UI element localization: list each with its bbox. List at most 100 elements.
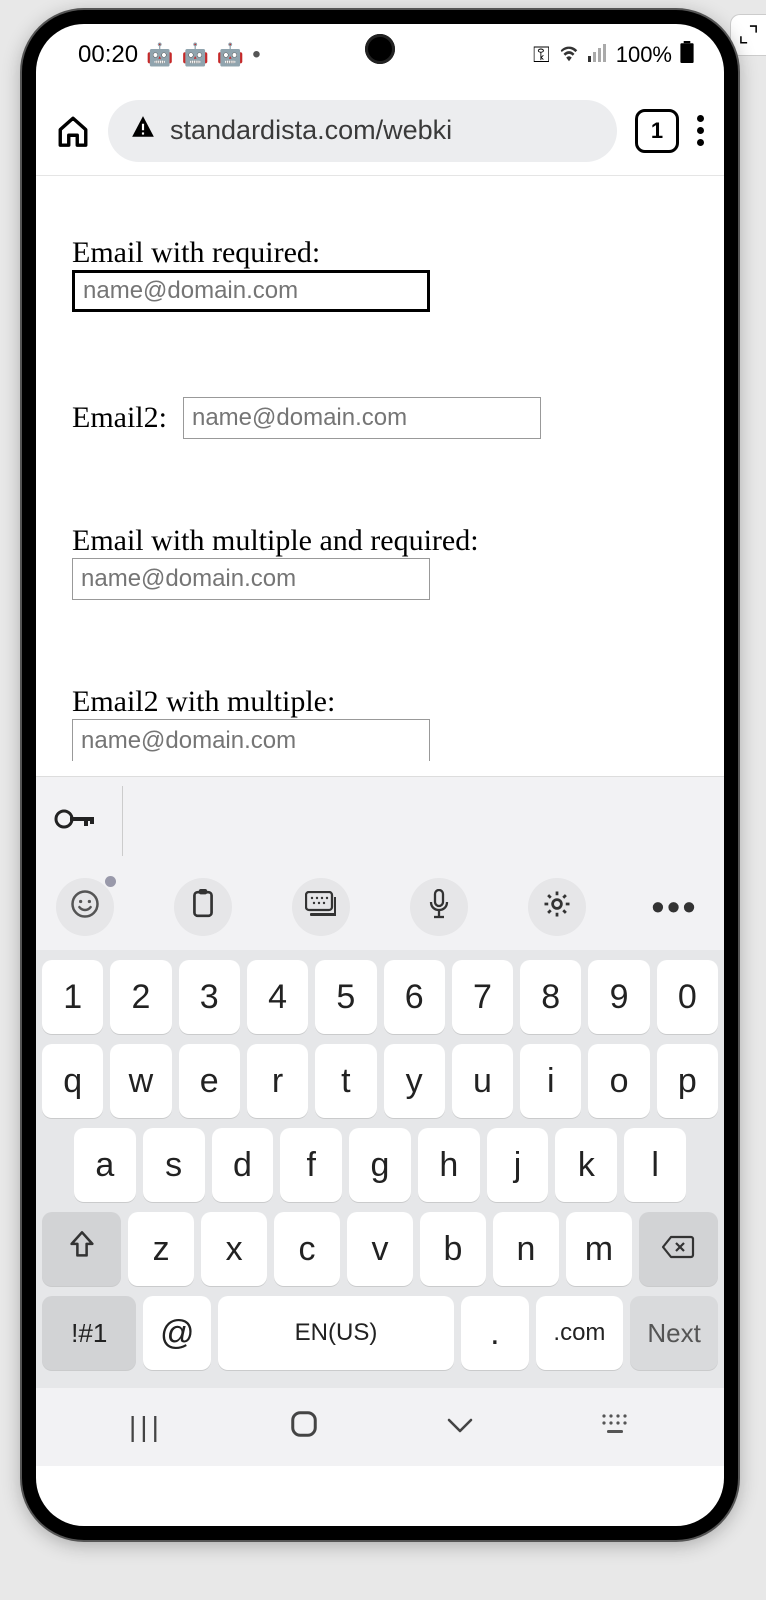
nav-back[interactable] xyxy=(445,1411,475,1443)
phone-frame: 00:20 🤖 🤖 🤖 • ⚿ 100% xyxy=(22,10,738,1540)
key-j[interactable]: j xyxy=(487,1128,549,1202)
scan-widget[interactable]: ⌞⌝ xyxy=(730,14,766,56)
key-2[interactable]: 2 xyxy=(110,960,171,1034)
battery-icon xyxy=(680,41,694,69)
key-s[interactable]: s xyxy=(143,1128,205,1202)
tabs-button[interactable]: 1 xyxy=(635,109,679,153)
key-e[interactable]: e xyxy=(179,1044,240,1118)
separator xyxy=(122,786,123,856)
input-email2-multiple[interactable] xyxy=(72,719,430,761)
more-icon: ••• xyxy=(652,886,699,928)
keyboard-more-button[interactable]: ••• xyxy=(646,878,704,936)
label-email-required: Email with required: xyxy=(72,236,320,269)
keyboard-settings-button[interactable] xyxy=(528,878,586,936)
front-camera xyxy=(365,34,395,64)
nav-keyboard-hide[interactable] xyxy=(601,1413,631,1441)
key-g[interactable]: g xyxy=(349,1128,411,1202)
key-5[interactable]: 5 xyxy=(315,960,376,1034)
notif-icon: 🤖 xyxy=(146,42,173,68)
emoji-icon xyxy=(70,889,100,926)
key-9[interactable]: 9 xyxy=(588,960,649,1034)
key-a[interactable]: a xyxy=(74,1128,136,1202)
key-r[interactable]: r xyxy=(247,1044,308,1118)
battery-text: 100% xyxy=(616,42,672,68)
key-z[interactable]: z xyxy=(128,1212,194,1286)
key-8[interactable]: 8 xyxy=(520,960,581,1034)
key-u[interactable]: u xyxy=(452,1044,513,1118)
label-email2: Email2: xyxy=(72,401,167,435)
key-next[interactable]: Next xyxy=(630,1296,718,1370)
kb-row-bottom: !#1 @ EN(US) . .com Next xyxy=(42,1296,718,1370)
key-t[interactable]: t xyxy=(315,1044,376,1118)
key-n[interactable]: n xyxy=(493,1212,559,1286)
key-space[interactable]: EN(US) xyxy=(218,1296,454,1370)
voice-input-button[interactable] xyxy=(410,878,468,936)
key-i[interactable]: i xyxy=(520,1044,581,1118)
input-email-required[interactable] xyxy=(72,270,430,312)
passwords-icon[interactable] xyxy=(54,801,94,840)
autofill-bar xyxy=(36,776,724,864)
keyboard-icon xyxy=(305,891,337,924)
key-f[interactable]: f xyxy=(280,1128,342,1202)
key-d[interactable]: d xyxy=(212,1128,274,1202)
input-email2[interactable] xyxy=(183,397,541,439)
key-m[interactable]: m xyxy=(566,1212,632,1286)
key-dotcom[interactable]: .com xyxy=(536,1296,624,1370)
key-3[interactable]: 3 xyxy=(179,960,240,1034)
mic-icon xyxy=(428,889,450,926)
key-q[interactable]: q xyxy=(42,1044,103,1118)
kb-row-zxcv: z x c v b n m xyxy=(42,1212,718,1286)
kb-row-qwerty: q w e r t y u i o p xyxy=(42,1044,718,1118)
key-x[interactable]: x xyxy=(201,1212,267,1286)
shift-icon xyxy=(68,1230,96,1269)
nav-recent[interactable]: ||| xyxy=(129,1411,163,1443)
wifi-icon xyxy=(558,42,580,68)
backspace-icon xyxy=(661,1230,695,1269)
key-y[interactable]: y xyxy=(384,1044,445,1118)
webpage-content[interactable]: Email with required: Email2: Email with … xyxy=(36,176,724,776)
key-w[interactable]: w xyxy=(110,1044,171,1118)
input-email-multiple-required[interactable] xyxy=(72,558,430,600)
key-6[interactable]: 6 xyxy=(384,960,445,1034)
vpn-key-icon: ⚿ xyxy=(533,42,550,68)
system-nav-bar: ||| xyxy=(36,1388,724,1466)
clipboard-icon xyxy=(190,889,216,926)
key-4[interactable]: 4 xyxy=(247,960,308,1034)
key-c[interactable]: c xyxy=(274,1212,340,1286)
keyboard: 1 2 3 4 5 6 7 8 9 0 q w e r t y u i o xyxy=(36,950,724,1388)
key-at[interactable]: @ xyxy=(143,1296,210,1370)
url-text: standardista.com/webki xyxy=(170,115,452,146)
kb-row-numbers: 1 2 3 4 5 6 7 8 9 0 xyxy=(42,960,718,1034)
nav-home[interactable] xyxy=(289,1409,319,1446)
notif-dot-icon xyxy=(105,876,116,887)
key-shift[interactable] xyxy=(42,1212,121,1286)
key-period[interactable]: . xyxy=(461,1296,528,1370)
key-p[interactable]: p xyxy=(657,1044,718,1118)
notif-icon: 🤖 xyxy=(217,42,244,68)
browser-toolbar: standardista.com/webki 1 xyxy=(36,86,724,176)
tab-count: 1 xyxy=(651,118,663,144)
key-b[interactable]: b xyxy=(420,1212,486,1286)
keyboard-switch-button[interactable] xyxy=(292,878,350,936)
key-backspace[interactable] xyxy=(639,1212,718,1286)
menu-button[interactable] xyxy=(697,110,704,151)
key-o[interactable]: o xyxy=(588,1044,649,1118)
key-k[interactable]: k xyxy=(555,1128,617,1202)
notif-more-icon: • xyxy=(252,41,260,69)
home-icon[interactable] xyxy=(56,114,90,148)
clipboard-button[interactable] xyxy=(174,878,232,936)
key-7[interactable]: 7 xyxy=(452,960,513,1034)
url-bar[interactable]: standardista.com/webki xyxy=(108,100,617,162)
emoji-button[interactable] xyxy=(56,878,114,936)
key-1[interactable]: 1 xyxy=(42,960,103,1034)
clock: 00:20 xyxy=(78,41,138,69)
key-v[interactable]: v xyxy=(347,1212,413,1286)
field-email2: Email2: xyxy=(72,397,688,439)
key-l[interactable]: l xyxy=(624,1128,686,1202)
key-h[interactable]: h xyxy=(418,1128,480,1202)
key-symbols[interactable]: !#1 xyxy=(42,1296,136,1370)
insecure-icon xyxy=(130,114,156,147)
gear-icon xyxy=(542,889,572,926)
key-0[interactable]: 0 xyxy=(657,960,718,1034)
signal-icon xyxy=(588,42,608,68)
